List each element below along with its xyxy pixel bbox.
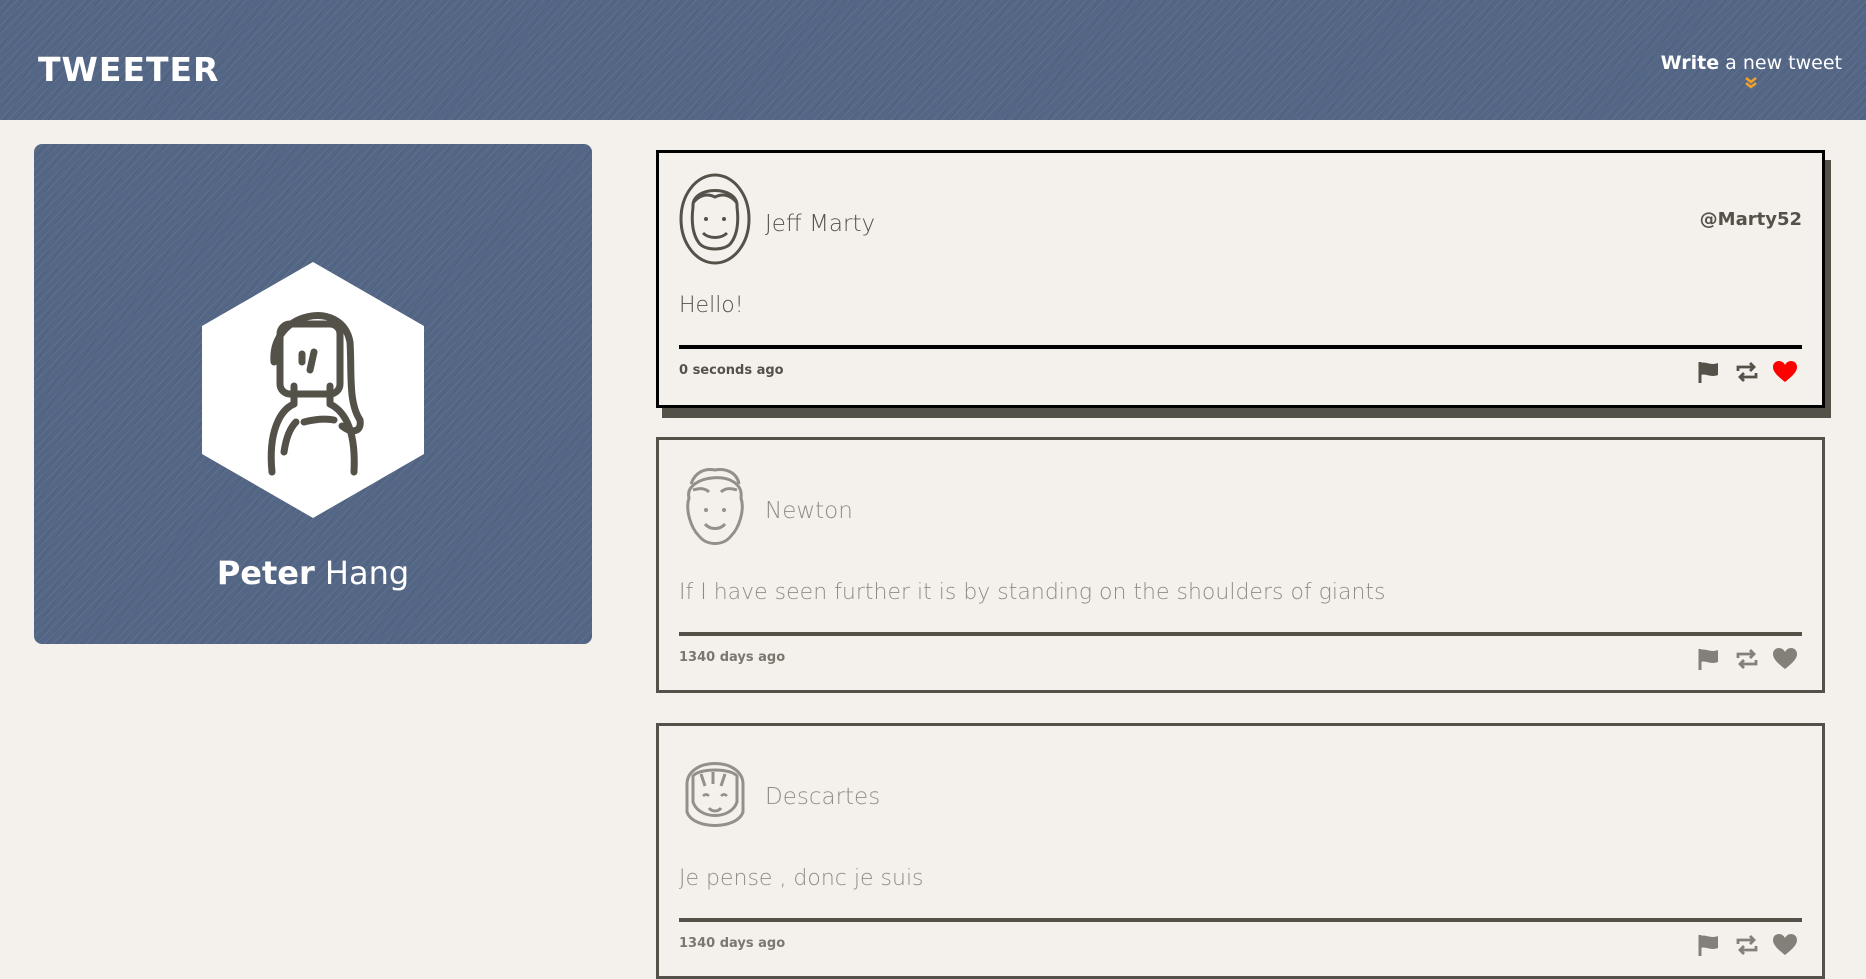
tweet-actions bbox=[1696, 932, 1798, 958]
tweet-divider bbox=[679, 918, 1802, 922]
profile-card: Peter Hang bbox=[34, 144, 592, 644]
tweet-timestamp: 1340 days ago bbox=[679, 936, 786, 951]
compose-label-rest: a new tweet bbox=[1719, 52, 1842, 74]
tweet-card[interactable]: Jeff Marty @Marty52 Hello! 0 seconds ago bbox=[656, 150, 1825, 408]
curly-hair-avatar-icon bbox=[686, 468, 744, 545]
flag-icon[interactable] bbox=[1696, 932, 1722, 958]
flag-icon[interactable] bbox=[1696, 359, 1722, 385]
app-logo[interactable]: TWEETER bbox=[38, 50, 219, 89]
tweet-author-name: Newton bbox=[765, 498, 853, 524]
tweet-content: Je pense , donc je suis bbox=[679, 866, 924, 891]
tweet-timestamp: 0 seconds ago bbox=[679, 363, 784, 378]
tweet-actions bbox=[1696, 359, 1798, 385]
flag-icon[interactable] bbox=[1696, 646, 1722, 672]
profile-last-name: Hang bbox=[324, 554, 410, 592]
tweet-timestamp: 1340 days ago bbox=[679, 650, 786, 665]
heart-icon[interactable] bbox=[1772, 359, 1798, 385]
tweet-content: If I have seen further it is by standing… bbox=[679, 580, 1386, 605]
profile-first-name: Peter bbox=[216, 554, 315, 592]
double-chevron-down-icon bbox=[1661, 76, 1842, 91]
tweet-divider bbox=[679, 345, 1802, 349]
retweet-icon[interactable] bbox=[1734, 932, 1760, 958]
compose-label-bold: Write bbox=[1660, 52, 1720, 74]
heart-icon[interactable] bbox=[1772, 646, 1798, 672]
woman-avatar-icon bbox=[202, 262, 424, 518]
tweet-actions bbox=[1696, 646, 1798, 672]
heart-icon[interactable] bbox=[1772, 932, 1798, 958]
tweet-author-handle: @Marty52 bbox=[1699, 209, 1802, 230]
tweet-divider bbox=[679, 632, 1802, 636]
retweet-icon[interactable] bbox=[1734, 646, 1760, 672]
profile-name: Peter Hang bbox=[34, 554, 592, 592]
man-avatar-icon bbox=[679, 173, 751, 265]
tweet-card[interactable]: Descartes Je pense , donc je suis 1340 d… bbox=[656, 723, 1825, 979]
tweet-content: Hello! bbox=[679, 293, 744, 318]
tweet-author-name: Descartes bbox=[765, 784, 881, 810]
tweet-author-name: Jeff Marty bbox=[765, 211, 876, 237]
tweet-card[interactable]: Newton If I have seen further it is by s… bbox=[656, 437, 1825, 693]
compose-tweet-toggle[interactable]: Write a new tweet bbox=[1661, 52, 1842, 91]
bob-hair-avatar-icon bbox=[685, 762, 745, 827]
retweet-icon[interactable] bbox=[1734, 359, 1760, 385]
top-header: TWEETER Write a new tweet bbox=[0, 0, 1866, 120]
